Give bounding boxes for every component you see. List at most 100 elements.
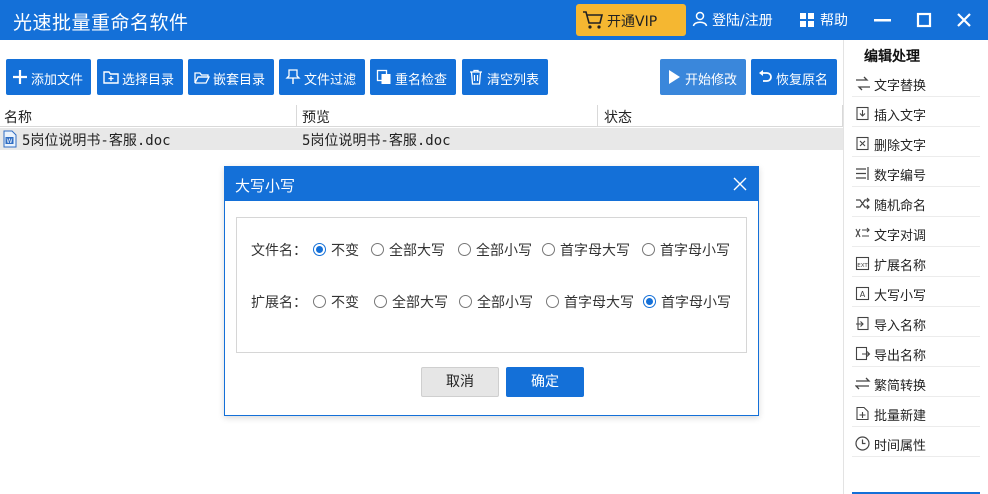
svg-text:EXT: EXT — [857, 263, 868, 269]
column-preview[interactable]: 预览 — [302, 107, 330, 127]
shuffle-icon — [856, 197, 870, 210]
close-icon[interactable] — [732, 176, 748, 192]
vip-button[interactable]: 开通VIP — [576, 4, 686, 36]
panel-item-label: 插入文字 — [874, 109, 927, 124]
import-icon — [856, 316, 869, 331]
start-modify-label: 开始修改 — [685, 73, 738, 88]
panel-item-label: 随机命名 — [874, 199, 927, 214]
title-bar: 光速批量重命名软件 开通VIP 登陆/注册 帮助 — [0, 0, 988, 40]
filename-option-label[interactable]: 全部小写 — [476, 240, 532, 260]
extension-radio-5[interactable] — [643, 295, 656, 308]
select-dir-button[interactable]: 选择目录 — [97, 59, 183, 95]
extension-radio-2[interactable] — [374, 295, 387, 308]
panel-item-shuffle[interactable]: 随机命名 — [852, 189, 980, 217]
restore-name-label: 恢复原名 — [776, 73, 829, 88]
extension-label: 扩展名： — [251, 295, 307, 311]
extension-icon: EXT — [855, 256, 870, 271]
panel-item-convert[interactable]: 繁简转换 — [852, 369, 980, 397]
column-name[interactable]: 名称 — [4, 107, 32, 127]
numbering-icon — [856, 167, 869, 180]
minimize-icon[interactable] — [870, 8, 894, 32]
export-icon — [855, 346, 871, 361]
panel-item-label: 时间属性 — [874, 439, 927, 454]
trash-icon — [470, 69, 482, 85]
panel-item-extension[interactable]: EXT 扩展名称 — [852, 249, 980, 277]
add-files-button[interactable]: 添加文件 — [6, 59, 91, 95]
panel-item-label: 导入名称 — [874, 319, 927, 334]
panel-item-label: 繁简转换 — [874, 379, 927, 394]
case-icon: A — [855, 286, 870, 301]
svg-text:A: A — [860, 290, 866, 299]
clock-icon — [855, 436, 870, 451]
ok-button[interactable]: 确定 — [506, 367, 584, 397]
panel-item-label: 数字编号 — [874, 169, 927, 184]
delete-text-icon — [856, 136, 869, 151]
replace-icon — [856, 76, 870, 91]
maximize-icon[interactable] — [912, 8, 936, 32]
table-row[interactable]: W 5岗位说明书-客服.doc 5岗位说明书-客服.doc — [0, 128, 843, 150]
user-icon — [692, 11, 708, 27]
extension-option-label[interactable]: 不变 — [331, 292, 359, 312]
filename-radio-3[interactable] — [458, 243, 471, 256]
panel-item-new-file[interactable]: 批量新建 — [852, 399, 980, 427]
play-icon — [669, 70, 680, 84]
file-filter-label: 文件过滤 — [304, 73, 357, 88]
extension-radio-4[interactable] — [546, 295, 559, 308]
panel-item-label: 大写小写 — [874, 289, 927, 304]
panel-item-clock[interactable]: 时间属性 — [852, 429, 980, 457]
nested-dir-button[interactable]: 嵌套目录 — [188, 59, 274, 95]
extension-radio-1[interactable] — [313, 295, 326, 308]
panel-item-label: 文字替换 — [874, 79, 927, 94]
panel-item-case[interactable]: A 大写小写 — [852, 279, 980, 307]
file-preview-cell: 5岗位说明书-客服.doc — [302, 133, 451, 149]
panel-item-import[interactable]: 导入名称 — [852, 309, 980, 337]
grid-icon — [800, 13, 814, 27]
panel-item-replace[interactable]: 文字替换 — [852, 69, 980, 97]
swap-icon — [855, 227, 870, 238]
panel-item-swap[interactable]: 文字对调 — [852, 219, 980, 247]
filename-radio-5[interactable] — [642, 243, 655, 256]
filename-option-label[interactable]: 首字母小写 — [660, 240, 730, 260]
login-label: 登陆/注册 — [712, 13, 773, 29]
vip-label: 开通VIP — [607, 14, 658, 30]
dialog-title-bar: 大写小写 — [225, 167, 758, 201]
extension-option-label[interactable]: 全部小写 — [477, 292, 533, 312]
edit-panel-title: 编辑处理 — [864, 49, 920, 65]
filename-radio-2[interactable] — [371, 243, 384, 256]
insert-icon — [856, 106, 869, 121]
filename-option-label[interactable]: 不变 — [331, 240, 359, 260]
panel-item-insert[interactable]: 插入文字 — [852, 99, 980, 127]
open-folder-icon — [194, 72, 210, 84]
filename-option-label[interactable]: 全部大写 — [389, 240, 445, 260]
extension-option-label[interactable]: 全部大写 — [392, 292, 448, 312]
rename-check-button[interactable]: 重名检查 — [370, 59, 456, 95]
filename-label: 文件名： — [251, 243, 307, 259]
filename-radio-4[interactable] — [542, 243, 555, 256]
column-status[interactable]: 状态 — [604, 107, 632, 127]
filename-option-label[interactable]: 首字母大写 — [560, 240, 630, 260]
extension-option-label[interactable]: 首字母大写 — [564, 292, 634, 312]
panel-item-numbering[interactable]: 数字编号 — [852, 159, 980, 187]
panel-item-label: 文字对调 — [874, 229, 927, 244]
cancel-button[interactable]: 取消 — [421, 367, 499, 397]
word-doc-icon: W — [3, 130, 17, 148]
file-filter-button[interactable]: 文件过滤 — [279, 59, 365, 95]
edit-panel: 编辑处理 文字替换插入文字删除文字数字编号随机命名文字对调 EXT 扩展名称 A 大写小… — [843, 40, 988, 494]
plus-icon — [13, 70, 27, 84]
restore-name-button[interactable]: 恢复原名 — [751, 59, 837, 95]
undo-icon — [759, 70, 772, 82]
clear-list-button[interactable]: 清空列表 — [462, 59, 548, 95]
panel-item-export[interactable]: 导出名称 — [852, 339, 980, 367]
start-modify-button[interactable]: 开始修改 — [660, 59, 746, 95]
filename-radio-1[interactable] — [313, 243, 326, 256]
column-divider[interactable] — [597, 105, 598, 127]
panel-item-label: 删除文字 — [874, 139, 927, 154]
close-icon[interactable] — [952, 8, 976, 32]
extension-option-label[interactable]: 首字母小写 — [661, 292, 731, 312]
column-divider[interactable] — [296, 105, 297, 127]
panel-item-delete-text[interactable]: 删除文字 — [852, 129, 980, 157]
convert-icon — [855, 377, 871, 390]
duplicate-icon — [376, 69, 391, 84]
select-dir-label: 选择目录 — [122, 73, 175, 88]
extension-radio-3[interactable] — [459, 295, 472, 308]
